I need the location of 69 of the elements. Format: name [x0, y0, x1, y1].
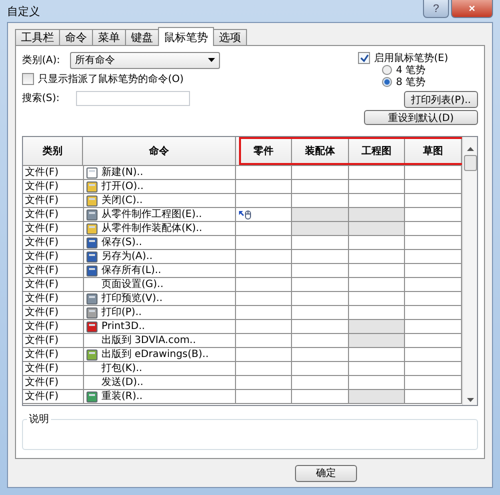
- table-cell: 文件(F): [23, 362, 84, 375]
- table-cell: 文件(F): [23, 166, 84, 179]
- radio-button[interactable]: [382, 77, 392, 87]
- table-cell: 文件(F): [23, 194, 84, 207]
- radio-label: 8 笔势: [396, 76, 426, 89]
- table-cell: 文件(F): [23, 390, 84, 403]
- ok-button[interactable]: 确定: [295, 464, 357, 482]
- table-cell: 文件(F): [23, 334, 84, 347]
- category-dropdown[interactable]: 所有命令: [70, 52, 220, 68]
- search-label: 搜索(S):: [22, 92, 60, 105]
- tab[interactable]: 键盘: [125, 29, 159, 45]
- table-cell: 文件(F): [23, 222, 84, 235]
- print-list-button[interactable]: 打印列表(P)..: [404, 91, 478, 108]
- tab[interactable]: 工具栏: [15, 29, 60, 45]
- table-cell: 从零件制作工程图(E)..: [102, 208, 202, 221]
- table-cell: 从零件制作装配体(K)..: [102, 222, 202, 235]
- category-label: 类别(A):: [22, 54, 60, 67]
- table-cell: 保存(S)..: [102, 236, 142, 249]
- table-cell: 文件(F): [23, 264, 84, 277]
- description-label: 说明: [28, 413, 50, 426]
- table-cell: 文件(F): [23, 236, 84, 249]
- table-cell: 文件(F): [23, 292, 84, 305]
- table-cell: 打印预览(V)..: [102, 292, 163, 305]
- checkbox[interactable]: [22, 73, 34, 85]
- table-cell: 另存为(A)..: [102, 250, 153, 263]
- column-header[interactable]: 命令: [83, 137, 236, 165]
- checkbox-label: 只显示指派了鼠标笔势的命令(O): [38, 72, 184, 86]
- table-cell: 打印(P)..: [102, 306, 142, 319]
- scroll-down-icon[interactable]: [466, 398, 474, 402]
- radio-button[interactable]: [382, 65, 392, 75]
- mouse-gesture-icon: [238, 210, 252, 220]
- table-cell: 文件(F): [23, 278, 84, 291]
- table-cell: 文件(F): [23, 250, 84, 263]
- tab[interactable]: 菜单: [92, 29, 126, 45]
- search-field[interactable]: [76, 90, 190, 106]
- table-cell: 关闭(C)..: [102, 194, 143, 207]
- table-cell: 文件(F): [23, 180, 84, 193]
- checkbox-label: 启用鼠标笔势(E): [374, 52, 448, 64]
- table-cell: 文件(F): [23, 348, 84, 361]
- column-header[interactable]: 工程图: [348, 137, 406, 165]
- scroll-up-icon[interactable]: [466, 147, 474, 151]
- table-cell: 打包(K)..: [102, 362, 142, 375]
- dropdown-arrow-icon: [208, 58, 216, 62]
- tab[interactable]: 鼠标笔势: [158, 27, 214, 46]
- table-cell: 文件(F): [23, 376, 84, 389]
- table-cell: 打开(O)..: [102, 180, 144, 193]
- tab[interactable]: 选项: [213, 29, 247, 45]
- table-cell: Print3D..: [102, 320, 145, 333]
- table-cell: 重装(R)..: [102, 390, 143, 403]
- column-header[interactable]: 装配体: [292, 137, 349, 165]
- column-header[interactable]: 零件: [236, 137, 292, 165]
- scrollbar-thumb[interactable]: [464, 155, 476, 171]
- table-cell: 发送(D)..: [102, 376, 144, 389]
- window-title: 自定义: [7, 4, 40, 18]
- column-header[interactable]: 类别: [23, 137, 84, 165]
- table-cell: 保存所有(L)..: [102, 264, 162, 277]
- reset-default-button[interactable]: 重设到默认(D): [364, 110, 478, 125]
- scrollbar[interactable]: [462, 137, 477, 405]
- table-cell: 文件(F): [23, 320, 84, 333]
- table-cell: 页面设置(G)..: [102, 278, 164, 291]
- radio-label: 4 笔势: [396, 64, 426, 76]
- table-cell: 出版到 3DVIA.com..: [102, 334, 196, 347]
- tab[interactable]: 命令: [59, 29, 93, 45]
- table-cell: 文件(F): [23, 208, 84, 221]
- table-cell: 新建(N)..: [102, 166, 144, 179]
- checkbox[interactable]: [358, 52, 370, 64]
- help-button[interactable]: ?: [423, 0, 449, 18]
- table-cell: 文件(F): [23, 306, 84, 319]
- table-cell: 出版到 eDrawings(B)..: [102, 348, 209, 361]
